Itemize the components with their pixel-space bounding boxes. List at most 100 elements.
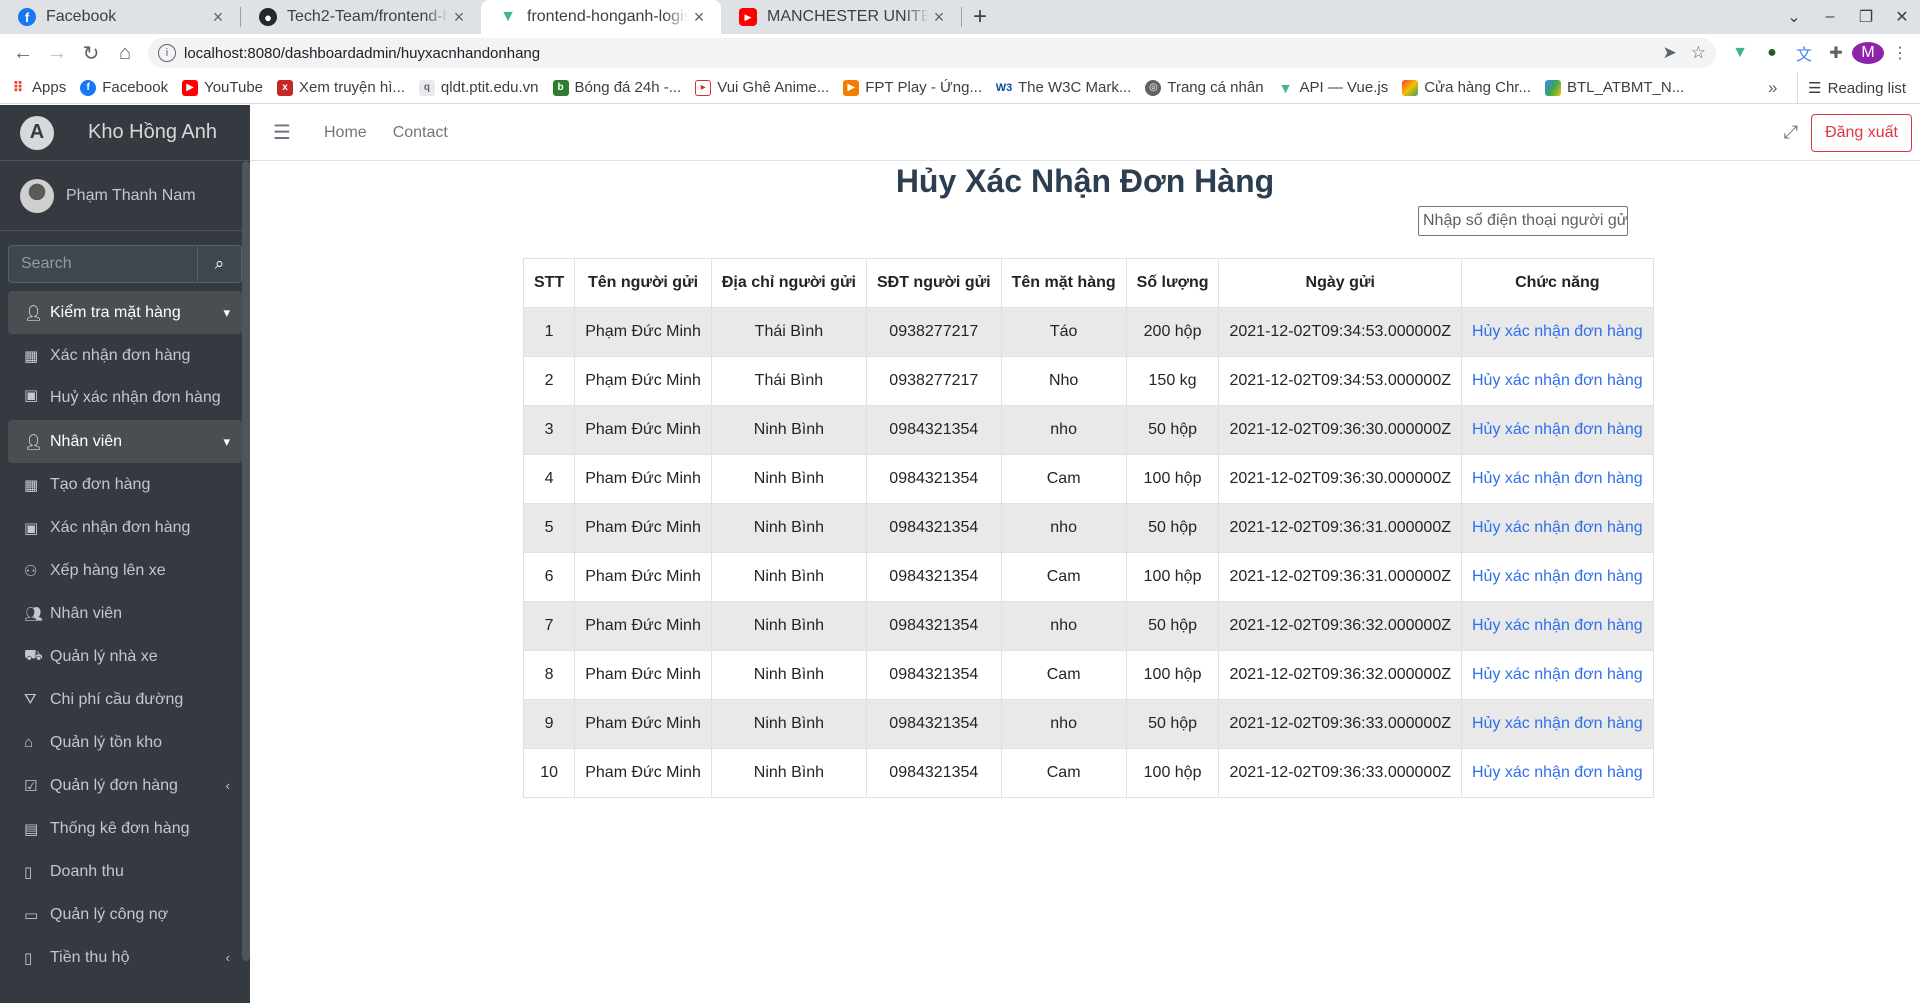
nav-contact-link[interactable]: Contact: [389, 124, 452, 142]
sidebar-item-xac-nhan-don-hang[interactable]: ▦ Xác nhận đơn hàng: [8, 334, 242, 377]
sidebar-item-quan-ly-ton-kho[interactable]: ⌂ Quản lý tồn kho: [8, 721, 242, 764]
sidebar-item-quan-ly-cong-no[interactable]: ▭ Quản lý công nợ: [8, 893, 242, 936]
close-icon[interactable]: ×: [208, 7, 228, 28]
bookmark-item[interactable]: ▼ API — Vue.js: [1278, 79, 1389, 96]
table-cell: 200 hộp: [1125, 307, 1220, 357]
info-icon[interactable]: i: [158, 44, 176, 62]
phone-search-input[interactable]: Nhập số điện thoại người gửi: [1418, 206, 1628, 236]
sidebar-item-quan-ly-don-hang[interactable]: ☑ Quản lý đơn hàng ‹: [8, 764, 242, 807]
column-header: SĐT người gửi: [865, 258, 1002, 308]
cancel-confirmation-link[interactable]: Hủy xác nhận đơn hàng: [1472, 323, 1643, 340]
bookmark-item[interactable]: W3 The W3C Mark...: [995, 79, 1132, 96]
table-cell: 150 kg: [1125, 356, 1220, 406]
url-text[interactable]: localhost:8080/dashboardadmin/huyxacnhan…: [184, 45, 1649, 62]
bookmark-item[interactable]: q qldt.ptit.edu.vn: [418, 79, 539, 96]
tab-search-icon[interactable]: ⌄: [1776, 7, 1812, 27]
sidebar-scrollbar[interactable]: [242, 161, 250, 961]
cancel-confirmation-link[interactable]: Hủy xác nhận đơn hàng: [1472, 421, 1643, 438]
sidebar-search-input[interactable]: Search: [8, 245, 197, 283]
sidebar-item-huy-xac-nhan-don-hang[interactable]: ▣ Huỷ xác nhận đơn hàng: [8, 377, 242, 420]
puzzle-icon[interactable]: ✚: [1820, 43, 1852, 63]
cancel-confirmation-link[interactable]: Hủy xác nhận đơn hàng: [1472, 372, 1643, 389]
table-row: 4 Pham Đức Minh Ninh Bình 0984321354 Cam 100 …: [522, 454, 1654, 504]
bookmark-label: Bóng đá 24h -...: [574, 79, 682, 96]
cancel-confirmation-link[interactable]: Hủy xác nhận đơn hàng: [1472, 617, 1643, 634]
sidebar-item-quan-ly-nha-xe[interactable]: ⛟ Quản lý nhà xe: [8, 635, 242, 678]
column-header: Ngày gửi: [1218, 258, 1462, 308]
cancel-confirmation-link[interactable]: Hủy xác nhận đơn hàng: [1472, 519, 1643, 536]
more-bookmarks-button[interactable]: »: [1768, 72, 1777, 104]
sidebar-item-nhan-vien[interactable]: 👥︎ Nhân viên: [8, 592, 242, 635]
reading-list-button[interactable]: ☰ Reading list: [1797, 72, 1906, 104]
scrollbar-thumb[interactable]: [242, 161, 250, 961]
logout-button[interactable]: Đăng xuất: [1811, 114, 1912, 152]
table-cell: Ninh Bình: [710, 454, 867, 504]
address-bar[interactable]: i localhost:8080/dashboardadmin/huyxacnh…: [148, 38, 1716, 68]
sidebar-item-kiem-tra-mat-hang[interactable]: 👤︎ Kiểm tra mặt hàng ▾: [8, 291, 242, 334]
brand-name: Kho Hồng Anh: [88, 121, 217, 143]
cancel-confirmation-link[interactable]: Hủy xác nhận đơn hàng: [1472, 470, 1643, 487]
reload-icon[interactable]: ↻: [76, 38, 106, 68]
brand-link[interactable]: A Kho Hồng Anh: [0, 105, 250, 161]
browser-tab[interactable]: f Facebook ×: [0, 0, 240, 34]
home-icon[interactable]: ⌂: [110, 38, 140, 68]
vue-icon: ▼: [1278, 79, 1293, 96]
user-name[interactable]: Phạm Thanh Nam: [66, 187, 196, 205]
cancel-confirmation-link[interactable]: Hủy xác nhận đơn hàng: [1472, 764, 1643, 781]
table-row: 6 Pham Đức Minh Ninh Bình 0984321354 Cam 100 …: [522, 552, 1654, 602]
sidebar-item-xac-nhan-don-hang-2[interactable]: ▣ Xác nhận đơn hàng: [8, 506, 242, 549]
send-icon[interactable]: ➤: [1663, 43, 1677, 63]
bookmark-item[interactable]: x Xem truyện hì...: [277, 79, 405, 96]
search-button[interactable]: ⌕: [197, 245, 242, 283]
facebook-icon: f: [18, 8, 36, 26]
back-icon[interactable]: ←: [8, 38, 38, 68]
bookmark-item[interactable]: f Facebook: [80, 79, 168, 96]
bookmark-item[interactable]: b Bóng đá 24h -...: [552, 79, 682, 96]
sidebar-item-label: Nhân viên: [50, 605, 123, 622]
chevron-down-icon: ▾: [223, 304, 230, 320]
translate-icon[interactable]: 文: [1788, 41, 1820, 65]
close-icon[interactable]: ×: [449, 7, 469, 28]
bookmark-item[interactable]: ▶ FPT Play - Ứng...: [843, 79, 982, 96]
bookmark-item[interactable]: ◎ Trang cá nhân: [1145, 79, 1264, 96]
table-row: 7 Pham Đức Minh Ninh Bình 0984321354 nho 50 h…: [522, 601, 1654, 651]
bookmark-item[interactable]: ▶ YouTube: [182, 79, 263, 96]
cancel-confirmation-link[interactable]: Hủy xác nhận đơn hàng: [1472, 666, 1643, 683]
menu-icon[interactable]: ⋮: [1884, 43, 1916, 63]
browser-tab[interactable]: ● Tech2-Team/frontend-honganh ×: [241, 0, 481, 34]
sidebar-item-thong-ke-don-hang[interactable]: ▤ Thống kê đơn hàng: [8, 807, 242, 850]
w3c-icon: W3: [995, 81, 1013, 94]
cancel-confirmation-link[interactable]: Hủy xác nhận đơn hàng: [1472, 715, 1643, 732]
extension-circle-icon[interactable]: ●: [1756, 44, 1788, 62]
tab-title: MANCHESTER UNITED - All: [767, 8, 929, 25]
bookmark-item[interactable]: ▸ Vui Ghê Anime...: [695, 79, 829, 96]
sidebar-item-chi-phi-cau-duong[interactable]: ⛛ Chi phí cầu đường: [8, 678, 242, 721]
hamburger-menu-icon[interactable]: ☰: [262, 120, 302, 145]
browser-tab-active[interactable]: ▼ frontend-honganh-logistics ×: [481, 0, 721, 34]
fullscreen-icon[interactable]: ⤢: [1784, 122, 1798, 143]
sidebar-item-label: Tiền thu hộ: [50, 949, 130, 966]
bookmark-item[interactable]: Cửa hàng Chr...: [1402, 79, 1531, 96]
bookmark-apps[interactable]: ⠿ Apps: [10, 79, 67, 96]
forward-icon[interactable]: →: [42, 38, 72, 68]
bookmark-item[interactable]: BTL_ATBMT_N...: [1544, 79, 1684, 96]
new-tab-button[interactable]: +: [962, 0, 998, 34]
sidebar-item-xep-hang-len-xe[interactable]: ⚇ Xếp hàng lên xe: [8, 549, 242, 592]
close-window-icon[interactable]: ✕: [1884, 7, 1920, 27]
vue-devtools-icon[interactable]: ▼: [1724, 44, 1756, 62]
sidebar-item-nhan-vien-group[interactable]: 👤︎ Nhân viên ▾: [8, 420, 242, 463]
sidebar-item-tao-don-hang[interactable]: ▦ Tạo đơn hàng: [8, 463, 242, 506]
star-icon[interactable]: ☆: [1691, 43, 1706, 63]
column-header: STT: [522, 258, 576, 308]
cancel-confirmation-link[interactable]: Hủy xác nhận đơn hàng: [1472, 568, 1643, 585]
browser-tab[interactable]: ▶ MANCHESTER UNITED - All ×: [721, 0, 961, 34]
close-icon[interactable]: ×: [929, 7, 949, 28]
profile-avatar[interactable]: M: [1852, 42, 1884, 64]
sidebar-item-tien-thu-ho[interactable]: ▯ Tiền thu hộ ‹: [8, 936, 242, 979]
sidebar-item-doanh-thu[interactable]: ▯ Doanh thu: [8, 850, 242, 893]
close-icon[interactable]: ×: [689, 7, 709, 28]
restore-icon[interactable]: ❐: [1848, 7, 1884, 27]
nav-home-link[interactable]: Home: [320, 124, 371, 142]
minimize-icon[interactable]: –: [1812, 8, 1848, 26]
sidebar-item-label: Xác nhận đơn hàng: [50, 519, 191, 536]
